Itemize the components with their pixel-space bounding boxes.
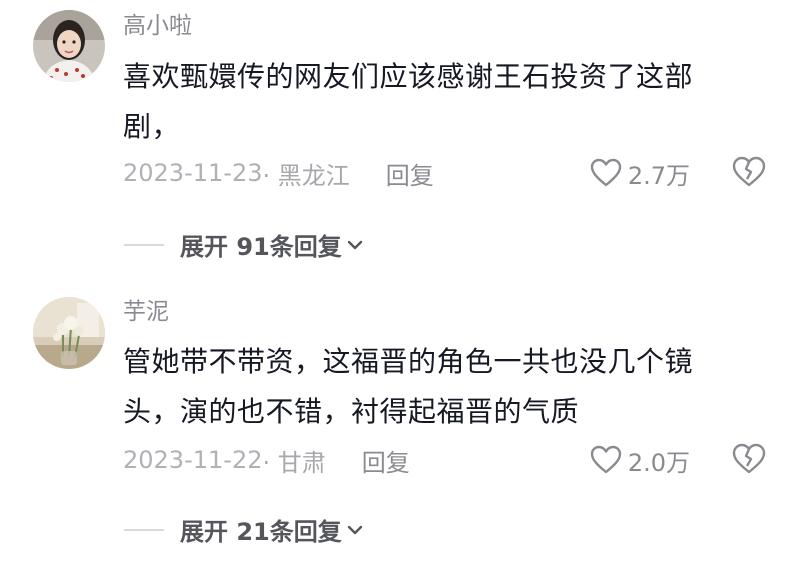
divider-line xyxy=(124,243,164,246)
dislike-button[interactable] xyxy=(732,156,766,190)
user-avatar-woman-icon xyxy=(33,10,105,82)
comment-text-line: 喜欢甄嬛传的网友们应该感谢王石投资了这部 xyxy=(123,60,694,93)
heart-outline-icon xyxy=(590,445,622,474)
comment-date: 2023-11-23 xyxy=(123,159,263,187)
comment-location: · 黑龙江 xyxy=(262,161,350,190)
avatar[interactable] xyxy=(33,297,105,369)
comment-username[interactable]: 芋泥 xyxy=(123,297,169,327)
broken-heart-icon xyxy=(732,156,766,187)
comment-location: · 甘肃 xyxy=(262,448,326,477)
comment-username[interactable]: 高小啦 xyxy=(123,11,192,41)
broken-heart-icon xyxy=(732,443,766,474)
comment-text-line: 头，演的也不错，衬得起福晋的气质 xyxy=(123,395,580,428)
like-count: 2.7万 xyxy=(627,161,690,190)
dislike-button[interactable] xyxy=(732,443,766,477)
comment-meta: 2023-11-23 · 黑龙江 回复 xyxy=(123,156,434,190)
chevron-down-icon xyxy=(347,525,362,534)
heart-outline-icon xyxy=(590,158,622,187)
comment-text-line: 管她带不带资，这福晋的角色一共也没几个镜 xyxy=(123,345,694,378)
comment-text: 管她带不带资，这福晋的角色一共也没几个镜 头，演的也不错，衬得起福晋的气质 xyxy=(123,337,743,437)
comment-item: 芋泥 管她带不带资，这福晋的角色一共也没几个镜 头，演的也不错，衬得起福晋的气质… xyxy=(0,285,800,564)
expand-replies-button[interactable]: 展开 21条回复 xyxy=(124,512,364,547)
expand-replies-button[interactable]: 展开 91条回复 xyxy=(124,227,364,262)
user-avatar-flowers-icon xyxy=(33,297,105,369)
comment-item: 高小啦 喜欢甄嬛传的网友们应该感谢王石投资了这部 剧， 2023-11-23 ·… xyxy=(0,0,800,285)
like-count: 2.0万 xyxy=(627,448,690,477)
reply-button[interactable]: 回复 xyxy=(386,156,434,191)
like-button[interactable]: 2.7万 xyxy=(590,156,690,190)
like-button[interactable]: 2.0万 xyxy=(590,443,690,477)
comment-meta: 2023-11-22 · 甘肃 回复 xyxy=(123,443,410,477)
comment-text: 喜欢甄嬛传的网友们应该感谢王石投资了这部 剧， xyxy=(123,52,743,152)
reply-button[interactable]: 回复 xyxy=(362,443,410,478)
chevron-down-icon xyxy=(347,240,362,249)
comment-date: 2023-11-22 xyxy=(123,446,263,474)
divider-line xyxy=(124,528,164,531)
expand-replies-label: 展开 21条回复 xyxy=(180,518,342,546)
comment-text-line: 剧， xyxy=(123,110,181,143)
expand-replies-label: 展开 91条回复 xyxy=(180,233,342,261)
avatar[interactable] xyxy=(33,10,105,82)
